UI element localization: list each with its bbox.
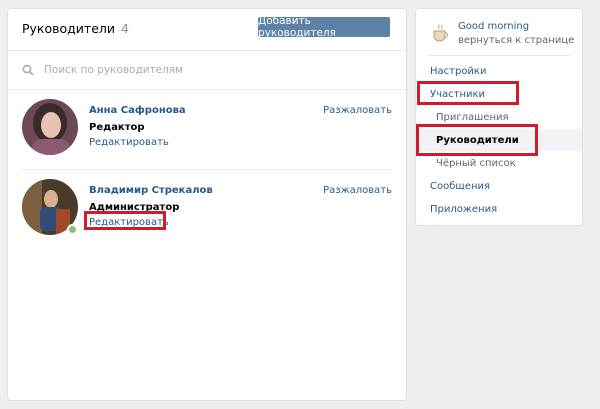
demote-link[interactable]: Разжаловать xyxy=(323,185,392,196)
manager-name[interactable]: Анна Сафронова xyxy=(89,105,186,116)
manager-row: Владимир Стрекалов Администратор Редакти… xyxy=(22,179,392,254)
highlight-frame xyxy=(417,81,519,105)
manager-role: Редактор xyxy=(89,122,145,133)
manager-row: Анна Сафронова Редактор Редактировать Ра… xyxy=(22,99,392,174)
add-manager-button[interactable]: Добавить руководителя xyxy=(258,15,390,39)
avatar[interactable] xyxy=(22,99,78,155)
managers-count: 4 xyxy=(121,20,129,36)
edit-link[interactable]: Редактировать xyxy=(89,137,169,148)
group-name-link[interactable]: Good morning xyxy=(458,21,529,32)
manager-name[interactable]: Владимир Стрекалов xyxy=(89,185,213,196)
search-bar[interactable]: Поиск по руководителям xyxy=(8,50,406,90)
coffee-cup-icon xyxy=(433,24,448,42)
search-input[interactable]: Поиск по руководителям xyxy=(44,64,183,76)
back-to-page-link[interactable]: вернуться к странице xyxy=(458,35,574,46)
sidebar-item-messages[interactable]: Сообщения xyxy=(416,175,582,197)
sidebar-item-apps[interactable]: Приложения xyxy=(416,198,582,220)
search-icon xyxy=(22,64,34,76)
sidebar-item-settings[interactable]: Настройки xyxy=(416,60,582,82)
divider xyxy=(22,169,390,170)
divider xyxy=(428,55,570,56)
community-menu: Good morning вернуться к странице Настро… xyxy=(416,9,582,225)
managers-panel: Руководители 4 Добавить руководителя Пои… xyxy=(8,9,406,400)
page-title: Руководители xyxy=(22,20,115,36)
highlight-frame xyxy=(84,211,166,230)
highlight-frame xyxy=(416,124,538,156)
online-indicator xyxy=(67,224,78,235)
demote-link[interactable]: Разжаловать xyxy=(323,105,392,116)
